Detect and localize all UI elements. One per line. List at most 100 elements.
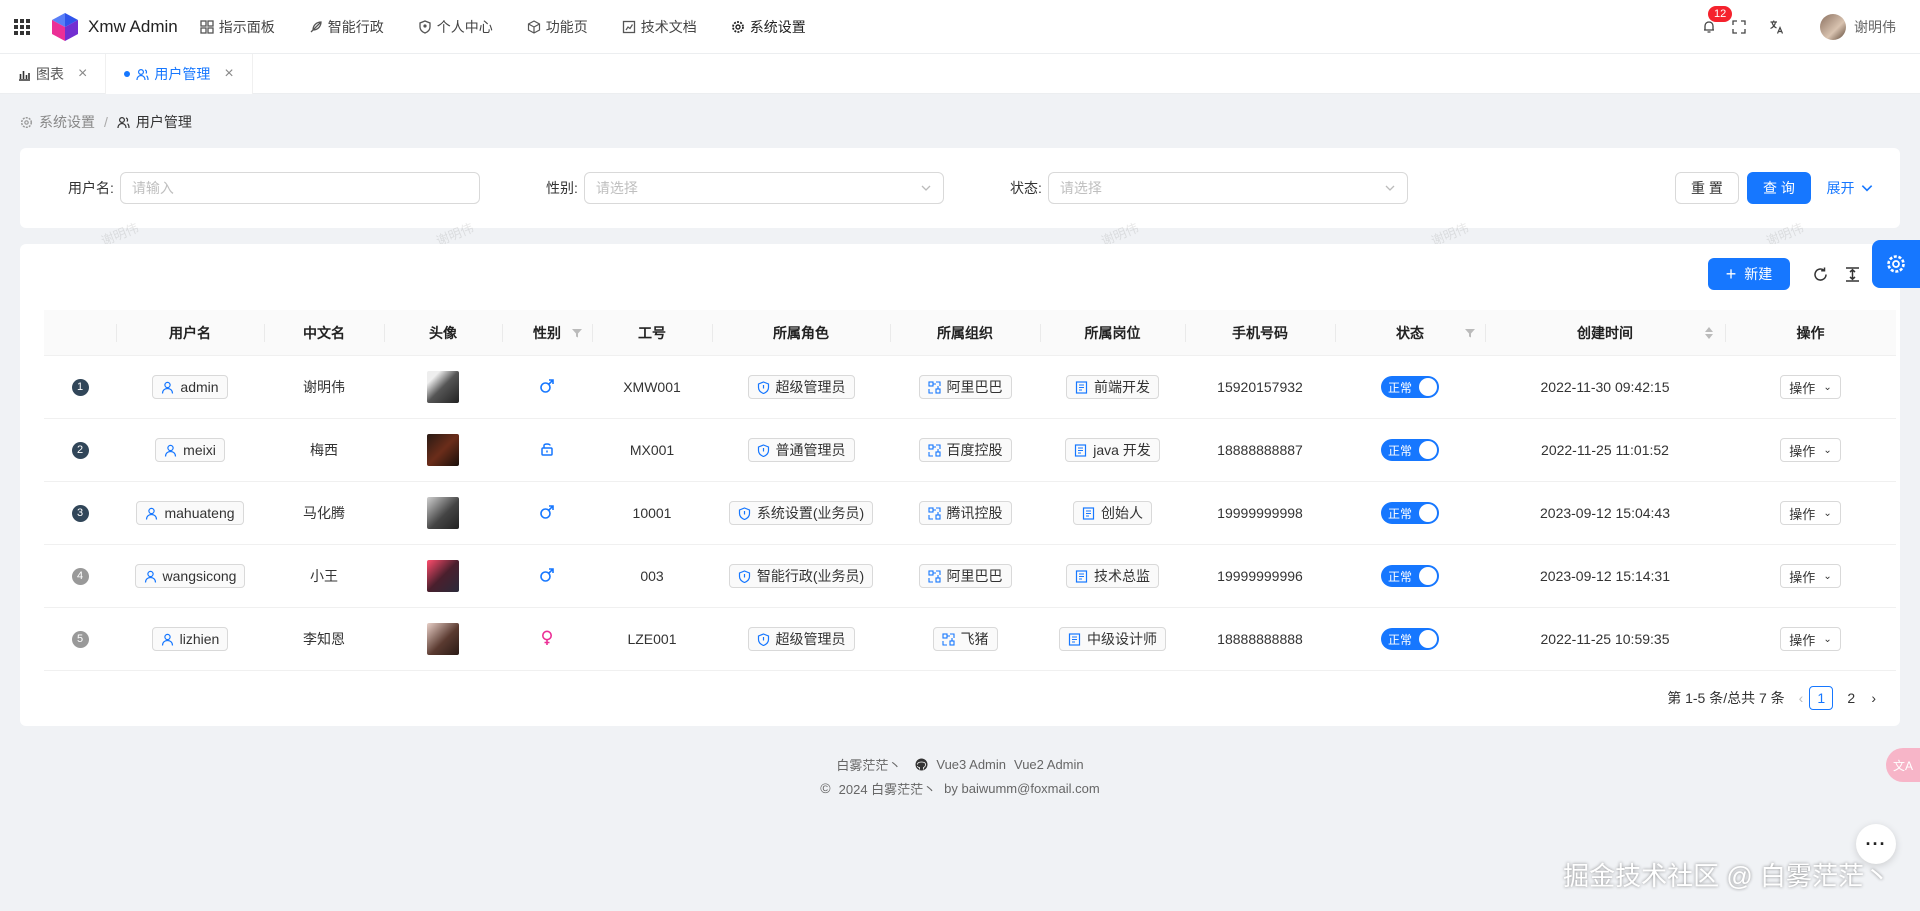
footer-link-vue2[interactable]: Vue2 Admin [1014, 757, 1084, 772]
status-select[interactable]: 请选择 [1047, 172, 1408, 204]
top-header: Xmw Admin 指示面板 智能行政 个人中心 功能页 技术文档 系统设置 1… [0, 0, 1920, 54]
breadcrumb-current-label: 用户管理 [135, 114, 192, 130]
avatar[interactable] [427, 434, 459, 466]
avatar[interactable] [427, 497, 459, 529]
username-tag: admin [152, 375, 228, 399]
table-cell: 百度控股 [890, 438, 1040, 462]
tab-charts[interactable]: 图表 × [0, 54, 107, 94]
gender-select[interactable]: 请选择 [583, 172, 944, 204]
table-cell: meixi [116, 438, 264, 462]
reset-button[interactable]: 重 置 [1675, 172, 1739, 204]
col-header-status-label: 状态 [1396, 324, 1424, 341]
row-actions-dropdown[interactable]: 操作 ⌄ [1780, 438, 1841, 462]
nav-item-personal-center[interactable]: 个人中心 [418, 17, 493, 37]
table-cell: 2022-11-30 09:42:15 [1485, 379, 1725, 395]
created-time: 2023-09-12 15:14:31 [1540, 568, 1670, 584]
language-button[interactable] [1762, 0, 1792, 54]
user-icon [144, 570, 156, 583]
breadcrumb-parent[interactable]: 系统设置 [39, 112, 95, 132]
col-header-status[interactable]: 状态 [1335, 310, 1485, 356]
status-toggle[interactable]: 正常 [1381, 628, 1439, 650]
username-text: lizhien [179, 631, 220, 647]
row-actions-dropdown[interactable]: 操作 ⌄ [1780, 501, 1841, 525]
footer-link-vue3[interactable]: Vue3 Admin [936, 757, 1006, 772]
table-cell: mahuateng [116, 501, 264, 525]
fullscreen-button[interactable] [1724, 0, 1754, 54]
avatar[interactable] [427, 371, 459, 403]
cn-name: 李知恩 [303, 631, 345, 647]
status-toggle[interactable]: 正常 [1381, 502, 1439, 524]
username-input[interactable]: 请输入 [119, 172, 480, 204]
expand-button[interactable]: 展开 [1820, 172, 1880, 204]
settings-drawer-button[interactable] [1872, 240, 1920, 288]
active-dot [124, 71, 131, 77]
nav-item-features[interactable]: 功能页 [527, 17, 588, 37]
job-no: 003 [640, 568, 664, 584]
new-button[interactable]: + 新建 [1708, 258, 1790, 290]
notification-button[interactable]: 12 [1694, 0, 1733, 54]
nav-label: 系统设置 [749, 18, 806, 35]
job-no: LZE001 [627, 631, 677, 647]
shield-icon [738, 569, 750, 583]
table-row: 5 lizhien 李知恩 LZE001 超级管理员 飞猪 中级设计师 18888888888… [44, 608, 1896, 671]
op-label: 操作 [1789, 443, 1816, 459]
user-menu[interactable]: 谢明伟 [1820, 14, 1896, 40]
footer-author[interactable]: 白雾茫茫丶 [836, 755, 901, 774]
nav-item-administration[interactable]: 智能行政 [309, 17, 384, 37]
org-tag: 腾讯控股 [918, 501, 1012, 525]
row-actions-dropdown[interactable]: 操作 ⌄ [1780, 627, 1841, 651]
col-header-created[interactable]: 创建时间 [1485, 310, 1725, 356]
tab-user-management[interactable]: 用户管理 × [106, 54, 253, 94]
close-icon[interactable]: × [78, 65, 87, 83]
table-cell: 18888888888 [1185, 631, 1335, 647]
table-cell: 正常 [1335, 565, 1485, 587]
status-toggle[interactable]: 正常 [1381, 439, 1439, 461]
plus-icon: + [1725, 264, 1737, 284]
logo-icon [52, 12, 78, 41]
user-table: 用户名 中文名 头像 性别 工号 所属角色 所属组织 所属岗位 手机号码 状态 … [44, 310, 1896, 671]
avatar[interactable] [427, 560, 459, 592]
nav-item-tech-docs[interactable]: 技术文档 [622, 17, 697, 37]
idcard-icon [1082, 506, 1095, 520]
row-index: 3 [71, 504, 89, 522]
table-cell: 智能行政(业务员) [712, 564, 890, 588]
nav-item-system-settings[interactable]: 系统设置 [731, 17, 806, 37]
table-cell: 马化腾 [264, 503, 384, 523]
density-button[interactable] [1836, 266, 1868, 283]
footer-by[interactable]: by baiwumm@foxmail.com [944, 781, 1100, 796]
table-cell: 前端开发 [1040, 375, 1185, 399]
app-logo[interactable]: Xmw Admin [50, 12, 178, 42]
filter-icon[interactable] [572, 328, 582, 338]
filter-icon[interactable] [1465, 328, 1475, 338]
apps-grid-icon[interactable] [0, 18, 44, 35]
prev-page-icon[interactable]: ‹ [1799, 690, 1804, 706]
row-actions-dropdown[interactable]: 操作 ⌄ [1780, 375, 1841, 399]
shield-icon [757, 632, 769, 646]
table-cell: 超级管理员 [712, 375, 890, 399]
sort-icon[interactable] [1705, 326, 1713, 339]
next-page-icon[interactable]: › [1871, 690, 1876, 706]
page-2[interactable]: 2 [1839, 686, 1863, 710]
nav-item-dashboard[interactable]: 指示面板 [200, 17, 275, 37]
avatar[interactable] [427, 623, 459, 655]
table-cell: 10001 [592, 505, 712, 521]
query-button[interactable]: 查 询 [1747, 172, 1811, 204]
translate-button[interactable]: 文A [1886, 748, 1920, 782]
row-actions-dropdown[interactable]: 操作 ⌄ [1780, 564, 1841, 588]
status-toggle[interactable]: 正常 [1381, 376, 1439, 398]
close-icon[interactable]: × [224, 65, 233, 83]
cn-name: 小王 [310, 568, 338, 584]
org-tag: 百度控股 [918, 438, 1012, 462]
page-1[interactable]: 1 [1809, 686, 1834, 710]
table-cell: 阿里巴巴 [890, 375, 1040, 399]
chevron-down-icon [1861, 185, 1872, 192]
chevron-down-icon: ⌄ [1823, 570, 1832, 582]
toggle-knob [1419, 378, 1437, 396]
status-label: 状态: [1010, 180, 1042, 196]
post-text: 创始人 [1101, 505, 1143, 521]
reload-button[interactable] [1804, 266, 1836, 283]
chevron-down-icon: ⌄ [1823, 444, 1832, 456]
col-header-gender[interactable]: 性别 [502, 310, 592, 356]
user-icon [161, 633, 173, 646]
status-toggle[interactable]: 正常 [1381, 565, 1439, 587]
